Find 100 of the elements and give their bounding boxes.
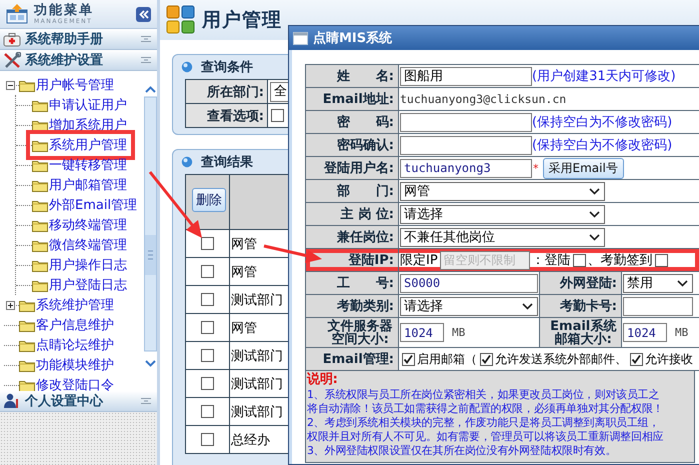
first-aid-icon <box>3 32 21 46</box>
folder-icon <box>32 258 48 272</box>
collapse-button[interactable] <box>136 6 151 22</box>
expand-toggle[interactable] <box>6 80 14 90</box>
menu-title: 功能菜单 <box>34 4 95 16</box>
section-header[interactable]: 个人设置中心 <box>0 391 157 412</box>
delete-button[interactable]: 删除 <box>192 188 226 212</box>
form-label: 登陆IP: <box>306 248 398 272</box>
checkbox[interactable] <box>201 237 214 250</box>
form-label: Email系统邮箱大小: <box>540 318 622 348</box>
tools-icon <box>3 52 21 68</box>
menu-item[interactable]: 移动终端管理 <box>32 216 129 234</box>
checkbox[interactable] <box>201 349 214 362</box>
form-label: Email地址: <box>306 88 398 110</box>
checkbox-label: 、考勤签到 <box>588 252 653 269</box>
folder-icon <box>32 118 48 132</box>
input-field[interactable] <box>400 112 532 132</box>
folder-icon <box>32 198 48 212</box>
unit-label: MB <box>452 326 466 340</box>
menu-item[interactable]: 用户操作日志 <box>32 256 129 274</box>
caret-icon <box>589 188 600 194</box>
app-logo-icon <box>166 5 196 35</box>
menu-item[interactable]: 增加系统用户 <box>32 116 129 134</box>
menu-item[interactable]: 系统维护管理 <box>19 296 116 314</box>
toggle-icon[interactable] <box>141 397 151 405</box>
menu-item[interactable]: 系统用户管理 <box>32 136 129 154</box>
person-icon <box>3 393 21 409</box>
note-text: 3、外网登陆权限设置仅在其所在岗位没有外网登陆权限时有效。 <box>307 444 618 458</box>
checkbox[interactable] <box>572 254 586 266</box>
dropdown[interactable]: 网管 <box>400 182 605 200</box>
menu-item[interactable]: 客户信息维护 <box>19 316 116 334</box>
folder-icon <box>32 98 48 112</box>
note-text: 2、考虑到系统相关模块的完整，作废功能只是将员工调整到离职员工组， <box>307 416 660 430</box>
checkbox[interactable] <box>654 254 668 266</box>
checkbox[interactable] <box>201 293 214 306</box>
use-email-button[interactable]: 采用Email号 <box>542 158 624 178</box>
form-label: 考勤类别: <box>306 294 398 318</box>
panel-title: 查询结果 <box>201 154 253 171</box>
input-field[interactable] <box>623 296 693 316</box>
input-field[interactable]: tuchuanyong3 <box>400 158 532 178</box>
checkbox[interactable] <box>201 433 214 446</box>
note-text: 权限并且对所有人不可见。如有需要，管理员可以将该员工重新调整回相应 <box>307 430 664 444</box>
window-icon <box>293 32 308 44</box>
menu-item[interactable]: 用户登陆日志 <box>32 276 129 294</box>
caret-icon <box>589 210 600 218</box>
menu-item[interactable]: 用户帐号管理 <box>19 76 116 94</box>
folder-icon <box>32 158 48 172</box>
section-header[interactable]: 系统维护设置 <box>0 50 157 71</box>
dropdown[interactable]: 请选择 <box>400 204 605 224</box>
checkbox-label: ：登陆 <box>532 252 571 269</box>
form-label: 姓 名: <box>306 64 398 88</box>
checkbox[interactable] <box>201 405 214 418</box>
toggle-icon[interactable] <box>141 56 151 64</box>
checkbox[interactable] <box>402 352 415 366</box>
toggle-icon[interactable] <box>141 35 151 43</box>
form-label: 外网登陆: <box>540 272 622 294</box>
folder-icon <box>19 358 35 372</box>
menu-item[interactable]: 修改登陆口令 <box>19 376 116 394</box>
menu-item[interactable]: 点睛论坛维护 <box>19 336 116 354</box>
expand-toggle[interactable] <box>6 300 14 310</box>
menu-item[interactable]: 外部Email管理 <box>32 196 140 214</box>
menu-item[interactable]: 用户邮箱管理 <box>32 176 129 194</box>
page-title: 用户管理 <box>202 8 282 33</box>
checkbox[interactable] <box>201 377 214 390</box>
checkbox[interactable] <box>201 321 214 334</box>
menu-item[interactable]: 一键转移管理 <box>32 156 129 174</box>
input-field[interactable]: 1024 <box>623 323 667 342</box>
form-label: 兼任岗位: <box>306 226 398 248</box>
dropdown[interactable]: 不兼任其他岗位 <box>400 228 605 246</box>
field-prefix: 限定IP <box>400 252 438 269</box>
input-field[interactable]: 图船用 <box>400 66 532 86</box>
folder-icon <box>32 238 48 252</box>
menu-item[interactable]: 功能模块维护 <box>19 356 116 374</box>
input-field[interactable]: S0000 <box>400 274 538 292</box>
section-header[interactable]: 系统帮助手册 <box>0 29 157 50</box>
note-text: 1、系统权限与员工所在岗位紧密相关，如果更改员工岗位，则对该员工之 <box>307 388 660 402</box>
checkbox[interactable] <box>630 352 643 366</box>
dropdown[interactable]: 禁用 <box>623 274 693 292</box>
required-mark: * <box>533 162 538 175</box>
notes-heading: 说明: <box>307 372 339 388</box>
orb-icon <box>181 156 193 168</box>
form-label: 查看选项: <box>186 104 268 128</box>
dropdown[interactable]: 请选择 <box>400 296 538 316</box>
dialog-title: 点睛MIS系统 <box>313 30 392 47</box>
input-field[interactable] <box>400 136 532 154</box>
checkbox[interactable] <box>201 265 214 278</box>
folder-icon <box>19 338 35 352</box>
input-field[interactable]: 1024 <box>400 323 444 342</box>
folder-icon <box>19 318 35 332</box>
panel-title: 查询条件 <box>201 59 253 76</box>
input-field[interactable]: 留空则不限制 <box>440 250 530 270</box>
caret-icon <box>589 234 600 240</box>
form-label: 考勤卡号: <box>540 294 622 318</box>
arrow <box>264 244 322 263</box>
folder-icon <box>32 278 48 292</box>
checkbox-label: 允许发送系统外部邮件、 <box>495 350 627 368</box>
menu-item[interactable]: 微信终端管理 <box>32 236 129 254</box>
checkbox[interactable] <box>271 108 284 122</box>
checkbox[interactable] <box>480 352 493 366</box>
menu-item[interactable]: 申请认证用户 <box>32 96 129 114</box>
